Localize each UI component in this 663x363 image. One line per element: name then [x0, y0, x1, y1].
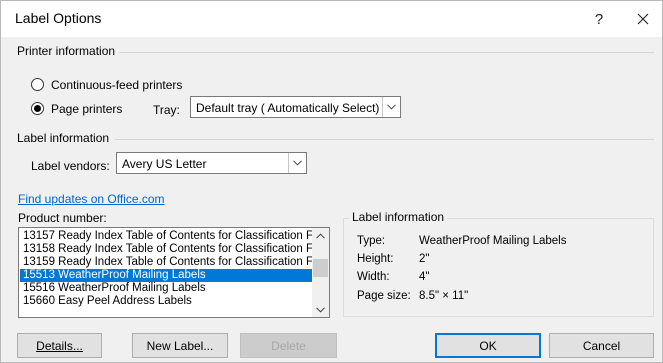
list-item[interactable]: 13157 Ready Index Table of Contents for … [20, 230, 312, 243]
printer-info-divider [119, 52, 654, 53]
scroll-down-button[interactable] [312, 302, 329, 317]
list-item[interactable]: 13158 Ready Index Table of Contents for … [20, 243, 312, 256]
list-item[interactable]: 13159 Ready Index Table of Contents for … [20, 256, 312, 269]
width-key: Width: [357, 271, 390, 283]
ok-button-label: OK [479, 338, 497, 353]
label-info-heading: Label information [17, 131, 110, 145]
chevron-down-icon [316, 306, 325, 313]
label-vendors-label: Label vendors: [31, 159, 110, 173]
label-options-dialog: Label Options ? Printer information Cont… [0, 0, 663, 363]
chevron-up-icon [316, 232, 325, 239]
cancel-button-label: Cancel [582, 338, 621, 353]
details-button[interactable]: Details... [17, 333, 102, 358]
tray-select[interactable]: Default tray ( Automatically Select) [190, 96, 401, 118]
new-label-button-label: New Label... [146, 338, 214, 353]
scroll-thumb[interactable] [313, 259, 328, 277]
tray-dropdown-button[interactable] [382, 97, 400, 117]
close-button[interactable] [621, 1, 663, 37]
list-scrollbar[interactable] [312, 228, 329, 317]
height-value: 2" [419, 253, 430, 265]
ok-button[interactable]: OK [435, 333, 541, 358]
help-button[interactable]: ? [577, 1, 621, 37]
product-number-list[interactable]: 13157 Ready Index Table of Contents for … [18, 227, 330, 318]
vendors-dropdown-button[interactable] [288, 153, 306, 173]
close-icon [637, 13, 649, 25]
tray-value: Default tray ( Automatically Select) [196, 101, 380, 115]
label-details-group [343, 218, 654, 317]
type-key: Type: [357, 235, 386, 247]
label-info-divider [115, 139, 654, 140]
page-printers-radio[interactable] [31, 102, 44, 115]
find-updates-link[interactable]: Find updates on Office.com [18, 192, 165, 206]
type-value: WeatherProof Mailing Labels [419, 235, 567, 247]
product-number-heading: Product number: [18, 211, 107, 225]
details-button-label: Details... [36, 338, 83, 353]
label-vendors-value: Avery US Letter [122, 157, 207, 171]
label-vendors-select[interactable]: Avery US Letter [116, 152, 307, 174]
new-label-button[interactable]: New Label... [132, 333, 228, 358]
continuous-feed-radio[interactable] [31, 78, 44, 91]
list-item[interactable]: 15660 Easy Peel Address Labels [20, 295, 312, 308]
page-size-value: 8.5" × 11" [419, 290, 469, 302]
delete-button[interactable]: Delete [240, 333, 337, 358]
page-printers-label[interactable]: Page printers [51, 102, 122, 116]
cancel-button[interactable]: Cancel [549, 333, 654, 358]
printer-info-heading: Printer information [17, 44, 116, 58]
page-size-key: Page size: [357, 290, 411, 302]
chevron-down-icon [293, 160, 302, 166]
title-bar: Label Options ? [1, 1, 662, 37]
scroll-up-button[interactable] [312, 228, 329, 243]
label-details-heading: Label information [349, 210, 448, 224]
chevron-down-icon [387, 104, 396, 110]
help-icon: ? [594, 10, 604, 28]
tray-label: Tray: [153, 103, 180, 117]
window-title: Label Options [15, 10, 102, 26]
delete-button-label: Delete [271, 338, 306, 353]
height-key: Height: [357, 253, 394, 265]
continuous-feed-label[interactable]: Continuous-feed printers [51, 78, 182, 92]
list-item[interactable]: 15516 WeatherProof Mailing Labels [20, 282, 312, 295]
list-item-selected[interactable]: 15513 WeatherProof Mailing Labels [20, 269, 312, 282]
width-value: 4" [419, 271, 430, 283]
